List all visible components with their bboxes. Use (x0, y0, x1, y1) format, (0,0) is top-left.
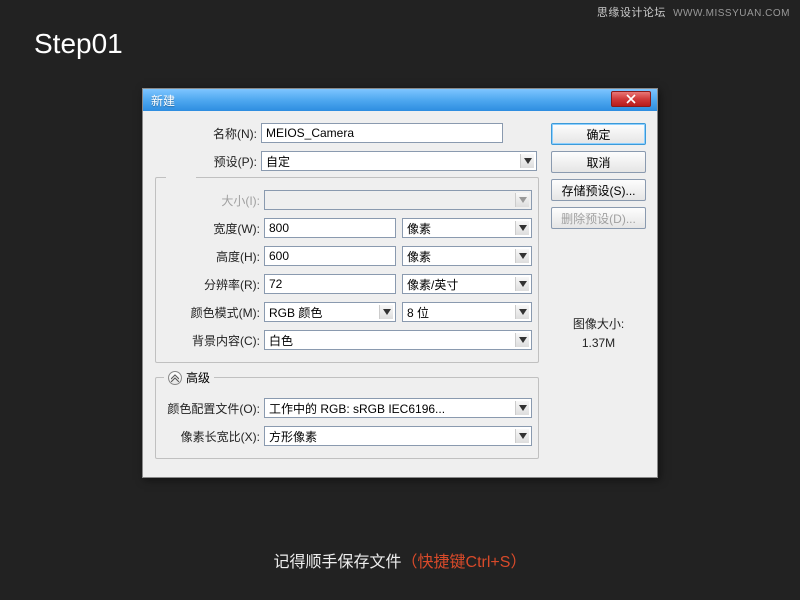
label-profile: 颜色配置文件(O): (158, 400, 264, 417)
dialog-body: 名称(N): 预设(P): 自定 大小(I): (143, 111, 657, 477)
select-preset-value: 自定 (266, 153, 290, 170)
step-title: Step01 (34, 28, 123, 60)
cancel-button[interactable]: 取消 (551, 151, 646, 173)
select-width-unit[interactable]: 像素 (402, 218, 532, 238)
watermark-cn: 思缘设计论坛 (597, 7, 666, 19)
fieldset-advanced: 高级 颜色配置文件(O): 工作中的 RGB: sRGB IEC6196... … (155, 377, 539, 459)
dropdown-icon (515, 249, 529, 263)
new-document-dialog: 新建 名称(N): 预设(P): 自定 大小(I): (142, 88, 658, 478)
row-preset: 预设(P): 自定 (155, 149, 539, 173)
image-size-block: 图像大小: 1.37M (551, 315, 646, 353)
select-bg[interactable]: 白色 (264, 330, 532, 350)
aspect-value: 方形像素 (269, 428, 317, 445)
left-column: 名称(N): 预设(P): 自定 大小(I): (155, 121, 539, 459)
advanced-toggle[interactable]: 高级 (164, 369, 214, 386)
dropdown-icon (515, 193, 529, 207)
dropdown-icon (515, 429, 529, 443)
close-button[interactable] (611, 91, 651, 107)
close-icon (626, 94, 636, 104)
label-preset: 预设(P): (155, 153, 261, 170)
dropdown-icon (520, 154, 534, 168)
input-width[interactable] (264, 218, 396, 238)
label-width: 宽度(W): (158, 220, 264, 237)
image-size-label: 图像大小: (551, 315, 646, 334)
right-column: 确定 取消 存储预设(S)... 删除预设(D)... 图像大小: 1.37M (539, 121, 646, 459)
label-height: 高度(H): (158, 248, 264, 265)
select-preset[interactable]: 自定 (261, 151, 537, 171)
dropdown-icon (515, 333, 529, 347)
row-aspect: 像素长宽比(X): 方形像素 (158, 424, 532, 448)
label-aspect: 像素长宽比(X): (158, 428, 264, 445)
select-colormode[interactable]: RGB 颜色 (264, 302, 396, 322)
watermark: 思缘设计论坛 WWW.MISSYUAN.COM (597, 4, 790, 20)
row-bg: 背景内容(C): 白色 (158, 328, 532, 352)
chevron-up-icon (168, 371, 182, 385)
dropdown-icon (515, 221, 529, 235)
select-profile[interactable]: 工作中的 RGB: sRGB IEC6196... (264, 398, 532, 418)
height-unit-value: 像素 (407, 248, 431, 265)
select-aspect[interactable]: 方形像素 (264, 426, 532, 446)
row-height: 高度(H): 像素 (158, 244, 532, 268)
row-name: 名称(N): (155, 121, 539, 145)
colordepth-value: 8 位 (407, 304, 429, 321)
width-unit-value: 像素 (407, 220, 431, 237)
row-resolution: 分辨率(R): 像素/英寸 (158, 272, 532, 296)
image-size-value: 1.37M (551, 334, 646, 353)
label-size: 大小(I): (158, 192, 264, 209)
input-name[interactable] (261, 123, 503, 143)
bg-value: 白色 (269, 332, 293, 349)
profile-value: 工作中的 RGB: sRGB IEC6196... (269, 400, 445, 417)
row-profile: 颜色配置文件(O): 工作中的 RGB: sRGB IEC6196... (158, 396, 532, 420)
dropdown-icon (515, 277, 529, 291)
watermark-en: WWW.MISSYUAN.COM (673, 8, 790, 19)
dropdown-icon (515, 401, 529, 415)
footer-note: 记得顺手保存文件（快捷键Ctrl+S） (0, 548, 800, 572)
label-bg: 背景内容(C): (158, 332, 264, 349)
input-resolution[interactable] (264, 274, 396, 294)
delete-preset-button: 删除预设(D)... (551, 207, 646, 229)
input-height[interactable] (264, 246, 396, 266)
select-colordepth[interactable]: 8 位 (402, 302, 532, 322)
fieldset-main: 大小(I): 宽度(W): 像素 高度(H): (155, 177, 539, 363)
titlebar[interactable]: 新建 (143, 89, 657, 111)
select-resolution-unit[interactable]: 像素/英寸 (402, 274, 532, 294)
footer-red: （快捷键Ctrl+S） (402, 554, 527, 571)
row-size: 大小(I): (158, 188, 532, 212)
footer-white: 记得顺手保存文件 (274, 554, 402, 571)
select-height-unit[interactable]: 像素 (402, 246, 532, 266)
save-preset-button[interactable]: 存储预设(S)... (551, 179, 646, 201)
label-colormode: 颜色模式(M): (158, 304, 264, 321)
dialog-title: 新建 (151, 92, 175, 109)
colormode-value: RGB 颜色 (269, 304, 322, 321)
row-colormode: 颜色模式(M): RGB 颜色 8 位 (158, 300, 532, 324)
resolution-unit-value: 像素/英寸 (407, 276, 458, 293)
ok-button[interactable]: 确定 (551, 123, 646, 145)
advanced-label: 高级 (186, 369, 210, 386)
label-name: 名称(N): (155, 125, 261, 142)
dropdown-icon (379, 305, 393, 319)
label-resolution: 分辨率(R): (158, 276, 264, 293)
dropdown-icon (515, 305, 529, 319)
row-width: 宽度(W): 像素 (158, 216, 532, 240)
select-size (264, 190, 532, 210)
